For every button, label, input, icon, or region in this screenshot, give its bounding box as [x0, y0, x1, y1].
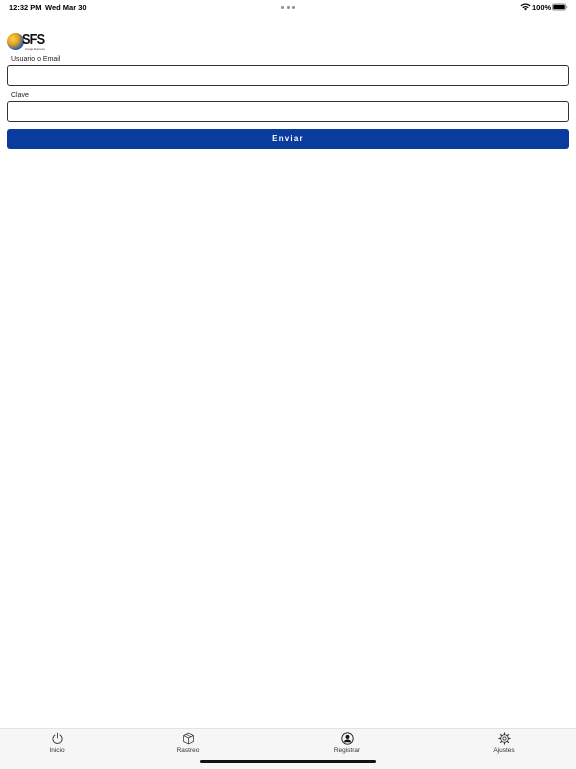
username-label: Usuario o Email: [11, 56, 61, 63]
tab-label: Inicio: [49, 747, 65, 754]
tab-rastreo[interactable]: Rastreo: [158, 731, 218, 757]
password-input[interactable]: [7, 101, 569, 122]
logo-text: SFS: [22, 31, 45, 48]
tab-label: Rastreo: [176, 747, 200, 754]
battery-percentage: 100%: [532, 3, 552, 12]
tab-registrar[interactable]: Registrar: [317, 731, 377, 757]
password-label: Clave: [11, 92, 29, 99]
power-icon: [52, 732, 63, 744]
gear-icon: [498, 732, 511, 745]
tab-label: Registrar: [333, 747, 361, 754]
status-date: Wed Mar 30: [45, 3, 87, 12]
company-logo: SFS Cargo Express: [7, 31, 49, 52]
username-input[interactable]: [7, 65, 569, 86]
status-bar: 12:32 PM Wed Mar 30 100%: [0, 0, 576, 14]
multitasking-dots-icon[interactable]: [281, 6, 295, 9]
submit-button[interactable]: Enviar: [7, 129, 569, 149]
battery-icon: [552, 3, 568, 11]
tab-inicio[interactable]: Inicio: [27, 731, 87, 757]
logo-subtext: Cargo Express: [25, 47, 45, 51]
tab-label: Ajustes: [493, 747, 515, 754]
package-icon: [183, 732, 194, 745]
tab-ajustes[interactable]: Ajustes: [474, 731, 534, 757]
home-indicator[interactable]: [200, 760, 376, 763]
user-circle-icon: [341, 732, 354, 745]
wifi-icon: [520, 3, 531, 11]
status-time: 12:32 PM: [9, 3, 42, 12]
